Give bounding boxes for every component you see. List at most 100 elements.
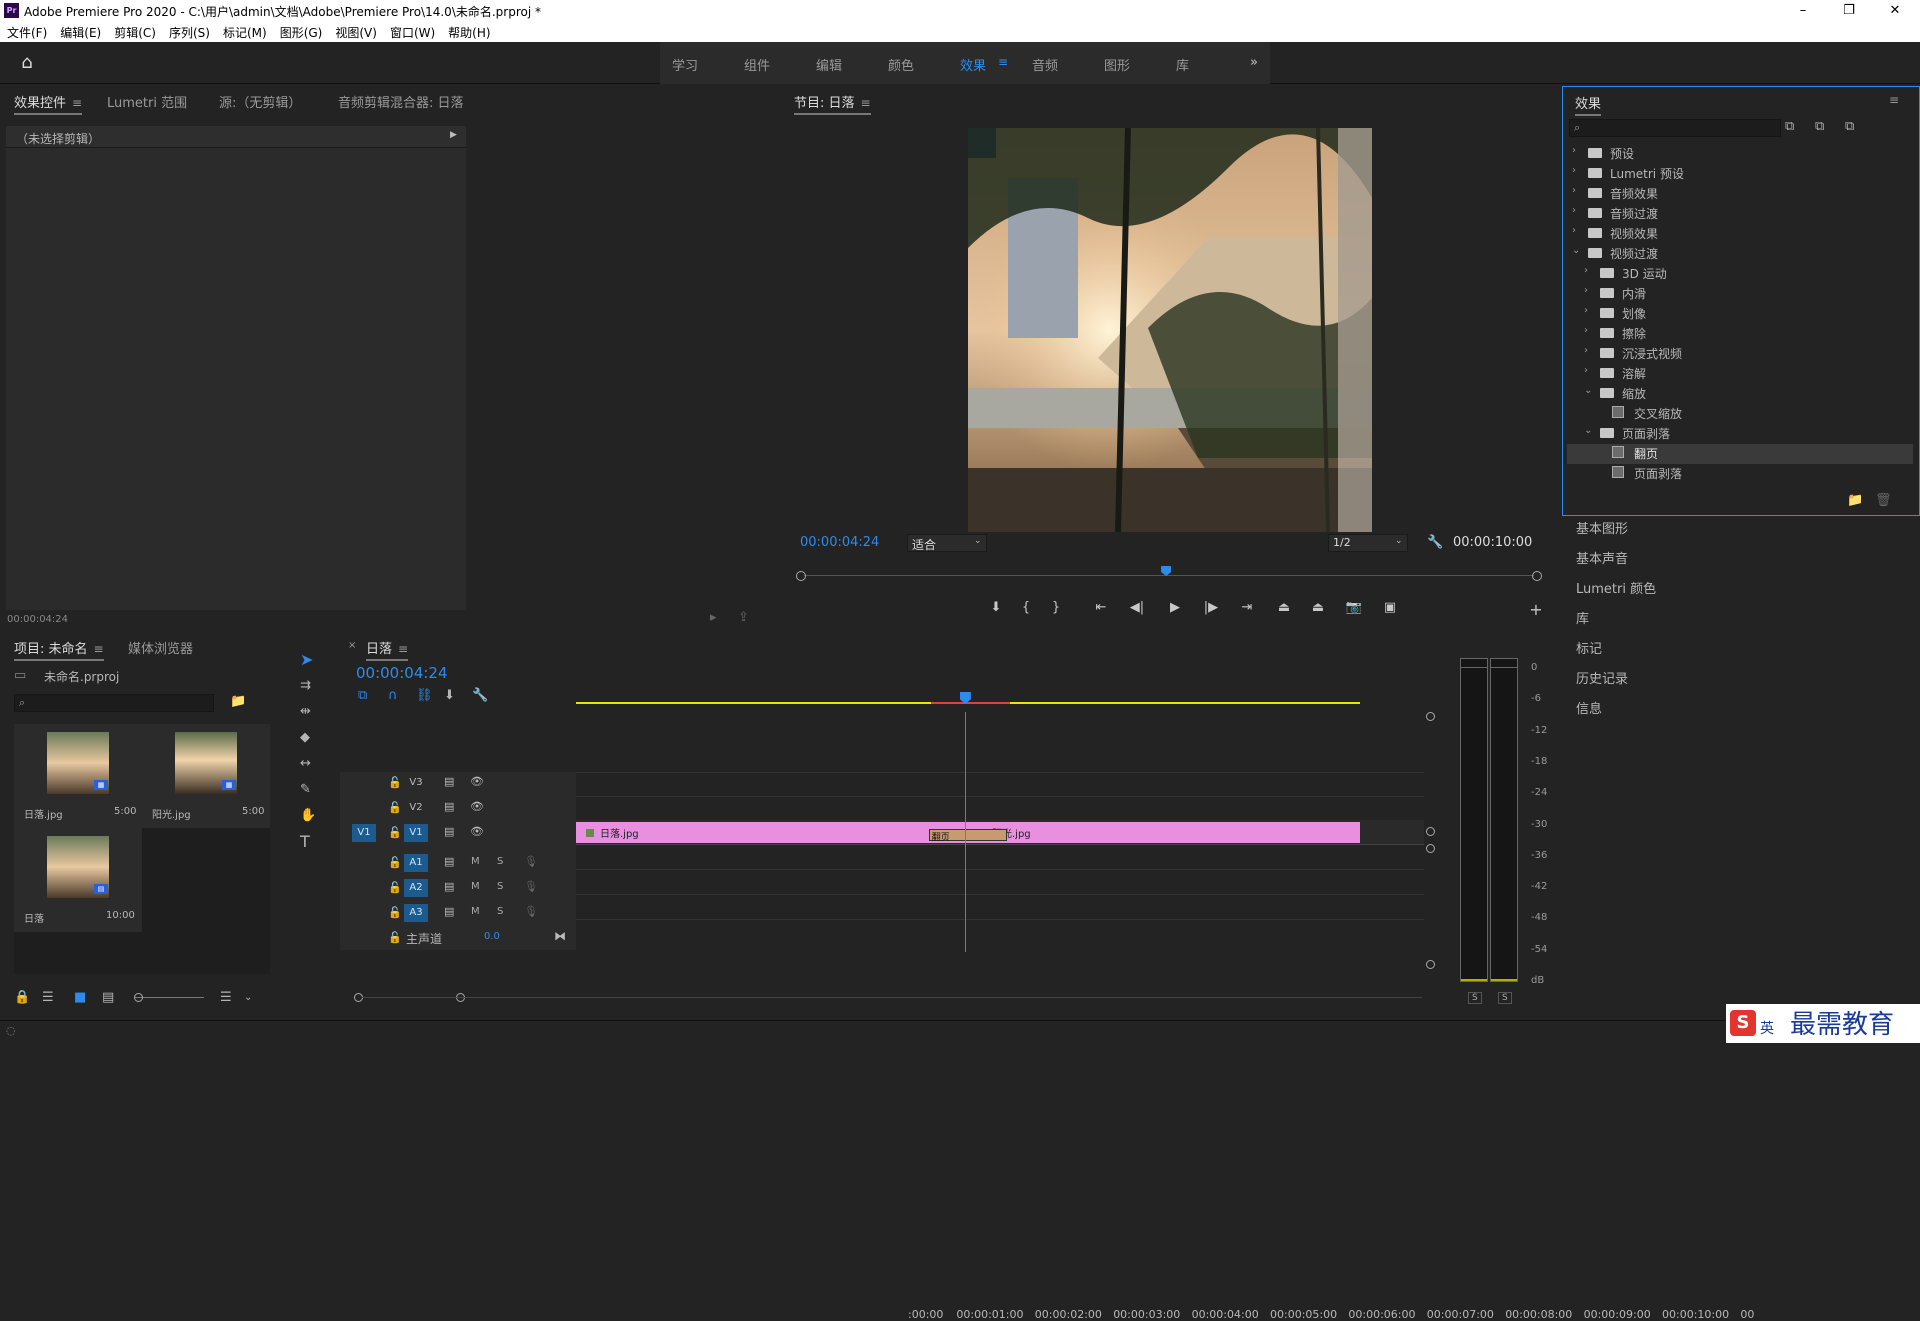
mic-icon[interactable]: 🎙 bbox=[524, 855, 538, 868]
mark-out-icon[interactable]: } bbox=[1046, 600, 1066, 615]
panel-menu-icon[interactable]: ≡ bbox=[1889, 93, 1899, 107]
master-volume-value[interactable]: 0.0 bbox=[484, 931, 500, 942]
chevron-right-icon[interactable]: › bbox=[1584, 345, 1588, 356]
mic-icon[interactable]: 🎙 bbox=[524, 905, 538, 918]
slip-tool-icon[interactable]: ↔ bbox=[300, 756, 311, 772]
chevron-right-icon[interactable]: › bbox=[1584, 365, 1588, 376]
add-button-icon[interactable]: + bbox=[1526, 600, 1546, 619]
export-icon[interactable]: ⇪ bbox=[738, 610, 749, 626]
camera-icon[interactable]: 📷 bbox=[1344, 600, 1364, 615]
project-item[interactable]: ▤ 日落 10:00 bbox=[14, 828, 142, 932]
chevron-right-icon[interactable]: › bbox=[1584, 285, 1588, 296]
lock-icon[interactable]: 🔓 bbox=[388, 776, 402, 789]
panel-info[interactable]: 信息 bbox=[1576, 698, 1602, 717]
effects-tree-item[interactable]: 交叉缩放 bbox=[1570, 403, 1900, 423]
maximize-button[interactable]: ❐ bbox=[1826, 0, 1872, 22]
type-tool-icon[interactable]: T bbox=[300, 834, 310, 850]
razor-tool-icon[interactable]: ◆ bbox=[300, 730, 310, 746]
panel-markers[interactable]: 标记 bbox=[1576, 638, 1602, 657]
menu-view[interactable]: 视图(V) bbox=[328, 22, 383, 41]
effects-tree-item[interactable]: ⌄ 缩放 bbox=[1570, 383, 1900, 403]
effects-tree-item[interactable]: › 溶解 bbox=[1570, 363, 1900, 383]
menu-clip[interactable]: 剪辑(C) bbox=[107, 22, 162, 41]
sync-lock-icon[interactable]: ▤ bbox=[444, 825, 454, 838]
effects-tree-item[interactable]: ⌄ 页面剥落 bbox=[1570, 423, 1900, 443]
sync-lock-icon[interactable]: ▤ bbox=[444, 775, 454, 788]
pen-tool-icon[interactable]: ✎ bbox=[300, 782, 311, 798]
zoom-slider[interactable] bbox=[134, 997, 204, 998]
filter-icon[interactable]: ▸ bbox=[710, 610, 717, 626]
mark-in-icon[interactable]: { bbox=[1016, 600, 1036, 615]
panel-essential-graphics[interactable]: 基本图形 bbox=[1576, 518, 1628, 537]
freeform-view-icon[interactable]: ▤ bbox=[102, 990, 114, 1006]
resolution-dropdown[interactable]: 1/2 ⌄ bbox=[1328, 534, 1408, 552]
ripple-edit-tool-icon[interactable]: ⇹ bbox=[300, 704, 311, 720]
solo-left-button[interactable]: S bbox=[1468, 992, 1482, 1004]
wrench-icon[interactable]: 🔧 bbox=[1427, 535, 1443, 551]
lock-icon[interactable]: 🔓 bbox=[388, 856, 402, 869]
scroll-handle[interactable] bbox=[1426, 827, 1435, 836]
mute-button[interactable]: M bbox=[471, 881, 480, 892]
project-item[interactable]: ▦ 阳光.jpg 5:00 bbox=[142, 724, 270, 828]
snap-icon[interactable]: ∩ bbox=[388, 688, 398, 704]
lock-icon[interactable]: 🔓 bbox=[388, 801, 402, 814]
lock-icon[interactable]: 🔓 bbox=[388, 906, 402, 919]
sync-lock-icon[interactable]: ▤ bbox=[444, 800, 454, 813]
clip-sunset[interactable]: 日落.jpg bbox=[576, 822, 968, 843]
play-icon[interactable]: ▶ bbox=[1165, 600, 1185, 615]
sort-icon[interactable]: ☰ bbox=[220, 990, 232, 1006]
mute-button[interactable]: M bbox=[471, 906, 480, 917]
linked-selection-icon[interactable]: ⛓ bbox=[416, 688, 433, 704]
chevron-down-icon[interactable]: ⌄ bbox=[1584, 385, 1592, 396]
solo-button[interactable]: S bbox=[497, 881, 503, 892]
workspace-editing[interactable]: 编辑 bbox=[816, 55, 842, 74]
menu-window[interactable]: 窗口(W) bbox=[383, 22, 441, 41]
track-name[interactable]: A3 bbox=[404, 904, 428, 922]
project-search-input[interactable]: ⌕ bbox=[14, 694, 214, 712]
effects-tree-item[interactable]: › 预设 bbox=[1570, 143, 1900, 163]
effects-tree-item[interactable]: › 沉浸式视频 bbox=[1570, 343, 1900, 363]
clip-sunlight[interactable]: 阳光.jpg bbox=[968, 822, 1360, 843]
lock-icon[interactable]: 🔓 bbox=[388, 931, 402, 944]
tab-lumetri-scopes[interactable]: Lumetri 范围 bbox=[107, 92, 187, 111]
tab-effect-controls[interactable]: 效果控件 ≡ bbox=[14, 92, 83, 115]
menu-sequence[interactable]: 序列(S) bbox=[162, 22, 216, 41]
eye-icon[interactable]: 👁 bbox=[470, 800, 484, 813]
chevron-right-icon[interactable]: › bbox=[1572, 205, 1576, 216]
tab-source[interactable]: 源:（无剪辑） bbox=[219, 92, 301, 111]
effects-tree-item[interactable]: › 视频效果 bbox=[1570, 223, 1900, 243]
scroll-handle[interactable] bbox=[1426, 844, 1435, 853]
lift-icon[interactable]: ⏏ bbox=[1274, 600, 1294, 615]
eye-icon[interactable]: 👁 bbox=[470, 825, 484, 838]
program-video-frame[interactable] bbox=[968, 128, 1372, 532]
effects-tree-item[interactable]: 页面剥落 bbox=[1570, 463, 1900, 483]
panel-libraries[interactable]: 库 bbox=[1576, 608, 1589, 627]
effects-tree-item[interactable]: › 3D 运动 bbox=[1570, 263, 1900, 283]
chevron-right-icon[interactable]: › bbox=[1572, 225, 1576, 236]
chevron-down-icon[interactable]: ⌄ bbox=[1572, 245, 1580, 256]
tab-project[interactable]: 项目: 未命名 ≡ bbox=[14, 638, 104, 661]
close-tab-icon[interactable]: × bbox=[348, 640, 356, 651]
menu-help[interactable]: 帮助(H) bbox=[441, 22, 496, 41]
chevron-right-icon[interactable]: › bbox=[1584, 265, 1588, 276]
timeline-timecode[interactable]: 00:00:04:24 bbox=[356, 664, 448, 682]
effects-tree-item[interactable]: 翻页 bbox=[1570, 443, 1900, 463]
workspace-color[interactable]: 颜色 bbox=[888, 55, 914, 74]
workspace-menu-icon[interactable]: ≡ bbox=[998, 55, 1008, 69]
effects-tree-item[interactable]: ⌄ 视频过渡 bbox=[1570, 243, 1900, 263]
delete-icon[interactable]: 🗑 bbox=[1875, 493, 1892, 509]
solo-right-button[interactable]: S bbox=[1498, 992, 1512, 1004]
panel-essential-sound[interactable]: 基本声音 bbox=[1576, 548, 1628, 567]
extract-icon[interactable]: ⏏ bbox=[1308, 600, 1328, 615]
lock-icon[interactable]: 🔓 bbox=[388, 881, 402, 894]
32bit-effects-icon[interactable]: ⧉ bbox=[1815, 119, 1824, 135]
close-button[interactable]: ✕ bbox=[1872, 0, 1918, 22]
track-name[interactable]: V3 bbox=[404, 774, 428, 792]
step-forward-icon[interactable]: |▶ bbox=[1201, 600, 1221, 615]
sync-lock-icon[interactable]: ▤ bbox=[444, 880, 454, 893]
mic-icon[interactable]: 🎙 bbox=[524, 880, 538, 893]
mute-button[interactable]: M bbox=[471, 856, 480, 867]
track-name[interactable]: A1 bbox=[404, 854, 428, 872]
program-monitor-title[interactable]: 节目: 日落 ≡ bbox=[794, 92, 871, 115]
fit-dropdown[interactable]: 适合 ⌄ bbox=[907, 534, 987, 552]
